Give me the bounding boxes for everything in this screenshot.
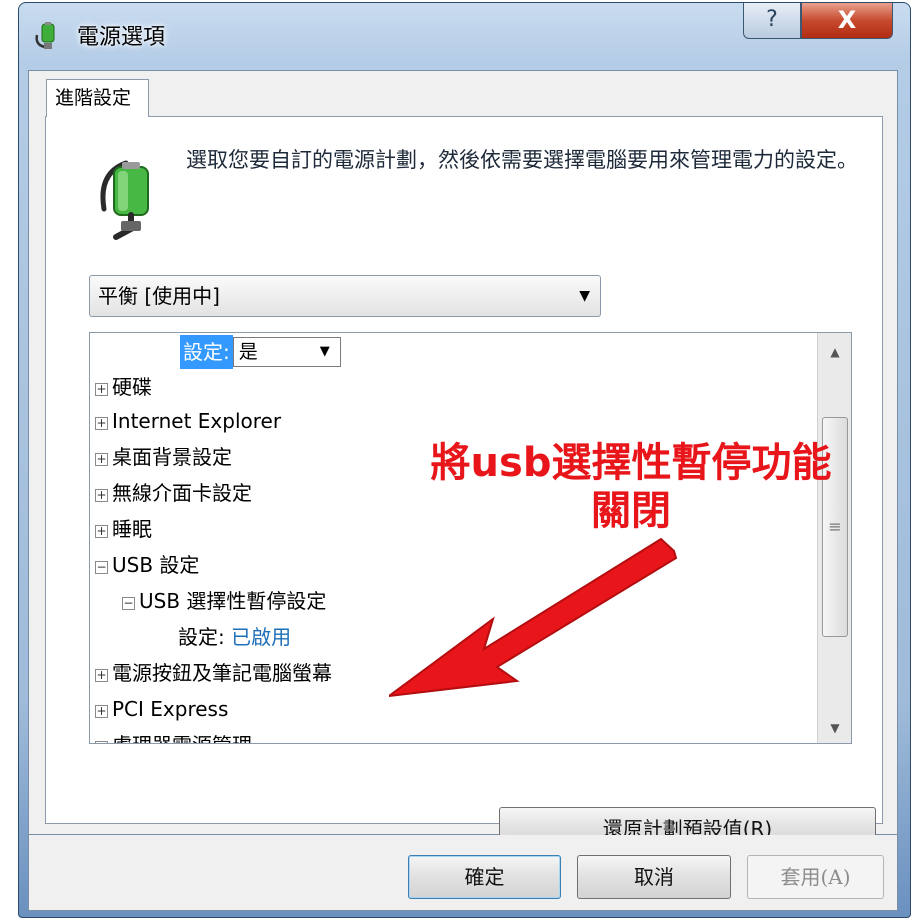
tree-item-label: Internet Explorer [112, 409, 282, 433]
tab-advanced-settings[interactable]: 進階設定 [46, 79, 149, 117]
tree-scrollbar[interactable]: ▲ ≡ ▼ [817, 333, 851, 743]
tree-item-label: PCI Express [112, 697, 229, 721]
scroll-up-icon[interactable]: ▲ [818, 337, 851, 367]
tree-item-wireless-adapter[interactable]: + 無線介面卡設定 [95, 476, 252, 510]
expand-icon[interactable]: + [95, 383, 108, 396]
expand-icon[interactable]: + [95, 489, 108, 502]
chevron-down-icon: ▼ [319, 344, 330, 359]
close-button[interactable]: X [801, 3, 893, 39]
tree-item-processor-power[interactable]: + 處理器電源管理 [95, 728, 252, 743]
tree-item-label: 桌面背景設定 [112, 445, 232, 469]
help-button[interactable]: ? [743, 3, 801, 39]
setting-label: 設定: [178, 625, 225, 649]
tree-item-label: 處理器電源管理 [112, 733, 252, 743]
cancel-button[interactable]: 取消 [577, 855, 731, 899]
tree-item-label: 硬碟 [112, 375, 152, 399]
tree-item-hard-disk[interactable]: + 硬碟 [95, 370, 152, 404]
dialog-content: 進階設定 選取您要自訂的電源計劃，然後依需要選擇電腦要用來管理電力的設定。 平衡… [28, 70, 898, 851]
description-text: 選取您要自訂的電源計劃，然後依需要選擇電腦要用來管理電力的設定。 [186, 148, 858, 172]
tree-item-power-buttons-lid[interactable]: + 電源按鈕及筆記電腦螢幕 [95, 656, 332, 690]
scroll-down-icon[interactable]: ▼ [818, 713, 851, 743]
tree-item-label: 電源按鈕及筆記電腦螢幕 [112, 661, 332, 685]
annotation-text: 將usb選擇性暫停功能 關閉 [401, 439, 861, 535]
expand-icon[interactable]: + [95, 705, 108, 718]
dialog-footer: 確定 取消 套用(A) [28, 835, 898, 911]
tree-item-label: USB 選擇性暫停設定 [139, 589, 327, 613]
collapse-icon[interactable]: − [122, 597, 135, 610]
annotation-arrow [389, 537, 678, 698]
tree-item-label: USB 設定 [112, 553, 200, 577]
annotation-line-2: 關閉 [591, 488, 671, 534]
expand-icon[interactable]: + [95, 417, 108, 430]
ok-button[interactable]: 確定 [408, 855, 561, 899]
power-options-dialog: 電源選項 ? X 進階設定 選取您要自訂的電源計劃，然後依需要選擇電腦要用來管理… [18, 2, 911, 918]
window-title: 電源選項 [77, 25, 166, 50]
tree-item-usb-settings[interactable]: − USB 設定 [95, 548, 199, 582]
tree-item-pci-express[interactable]: + PCI Express [95, 692, 228, 726]
tree-setting-row: 設定: 是 ▼ [180, 335, 341, 369]
power-plan-value: 平衡 [使用中] [98, 284, 220, 308]
expand-icon[interactable]: + [95, 669, 108, 682]
setting-value-select[interactable]: 是 ▼ [232, 337, 341, 367]
setting-value-link[interactable]: 已啟用 [231, 625, 291, 649]
setting-value: 是 [238, 341, 258, 363]
power-plan-select[interactable]: 平衡 [使用中] ▼ [89, 275, 601, 317]
apply-button[interactable]: 套用(A) [747, 855, 884, 899]
chevron-down-icon: ▼ [579, 288, 590, 304]
collapse-icon[interactable]: − [95, 561, 108, 574]
power-options-icon [35, 22, 55, 49]
tree-item-usb-selective-suspend[interactable]: − USB 選擇性暫停設定 [122, 584, 326, 618]
expand-icon[interactable]: + [95, 741, 108, 743]
tree-setting-usb-suspend[interactable]: 設定: 已啟用 [178, 620, 291, 654]
tree-item-internet-explorer[interactable]: + Internet Explorer [95, 404, 281, 438]
tree-item-sleep[interactable]: + 睡眠 [95, 512, 152, 546]
expand-icon[interactable]: + [95, 525, 108, 538]
annotation-line-1: 將usb選擇性暫停功能 [430, 440, 832, 486]
tree-item-desktop-background[interactable]: + 桌面背景設定 [95, 440, 232, 474]
battery-plug-icon [100, 160, 149, 240]
setting-label: 設定: [180, 335, 233, 369]
tree-item-label: 睡眠 [112, 517, 152, 541]
expand-icon[interactable]: + [95, 453, 108, 466]
tree-item-label: 無線介面卡設定 [112, 481, 252, 505]
title-bar[interactable]: 電源選項 ? X [19, 3, 910, 69]
